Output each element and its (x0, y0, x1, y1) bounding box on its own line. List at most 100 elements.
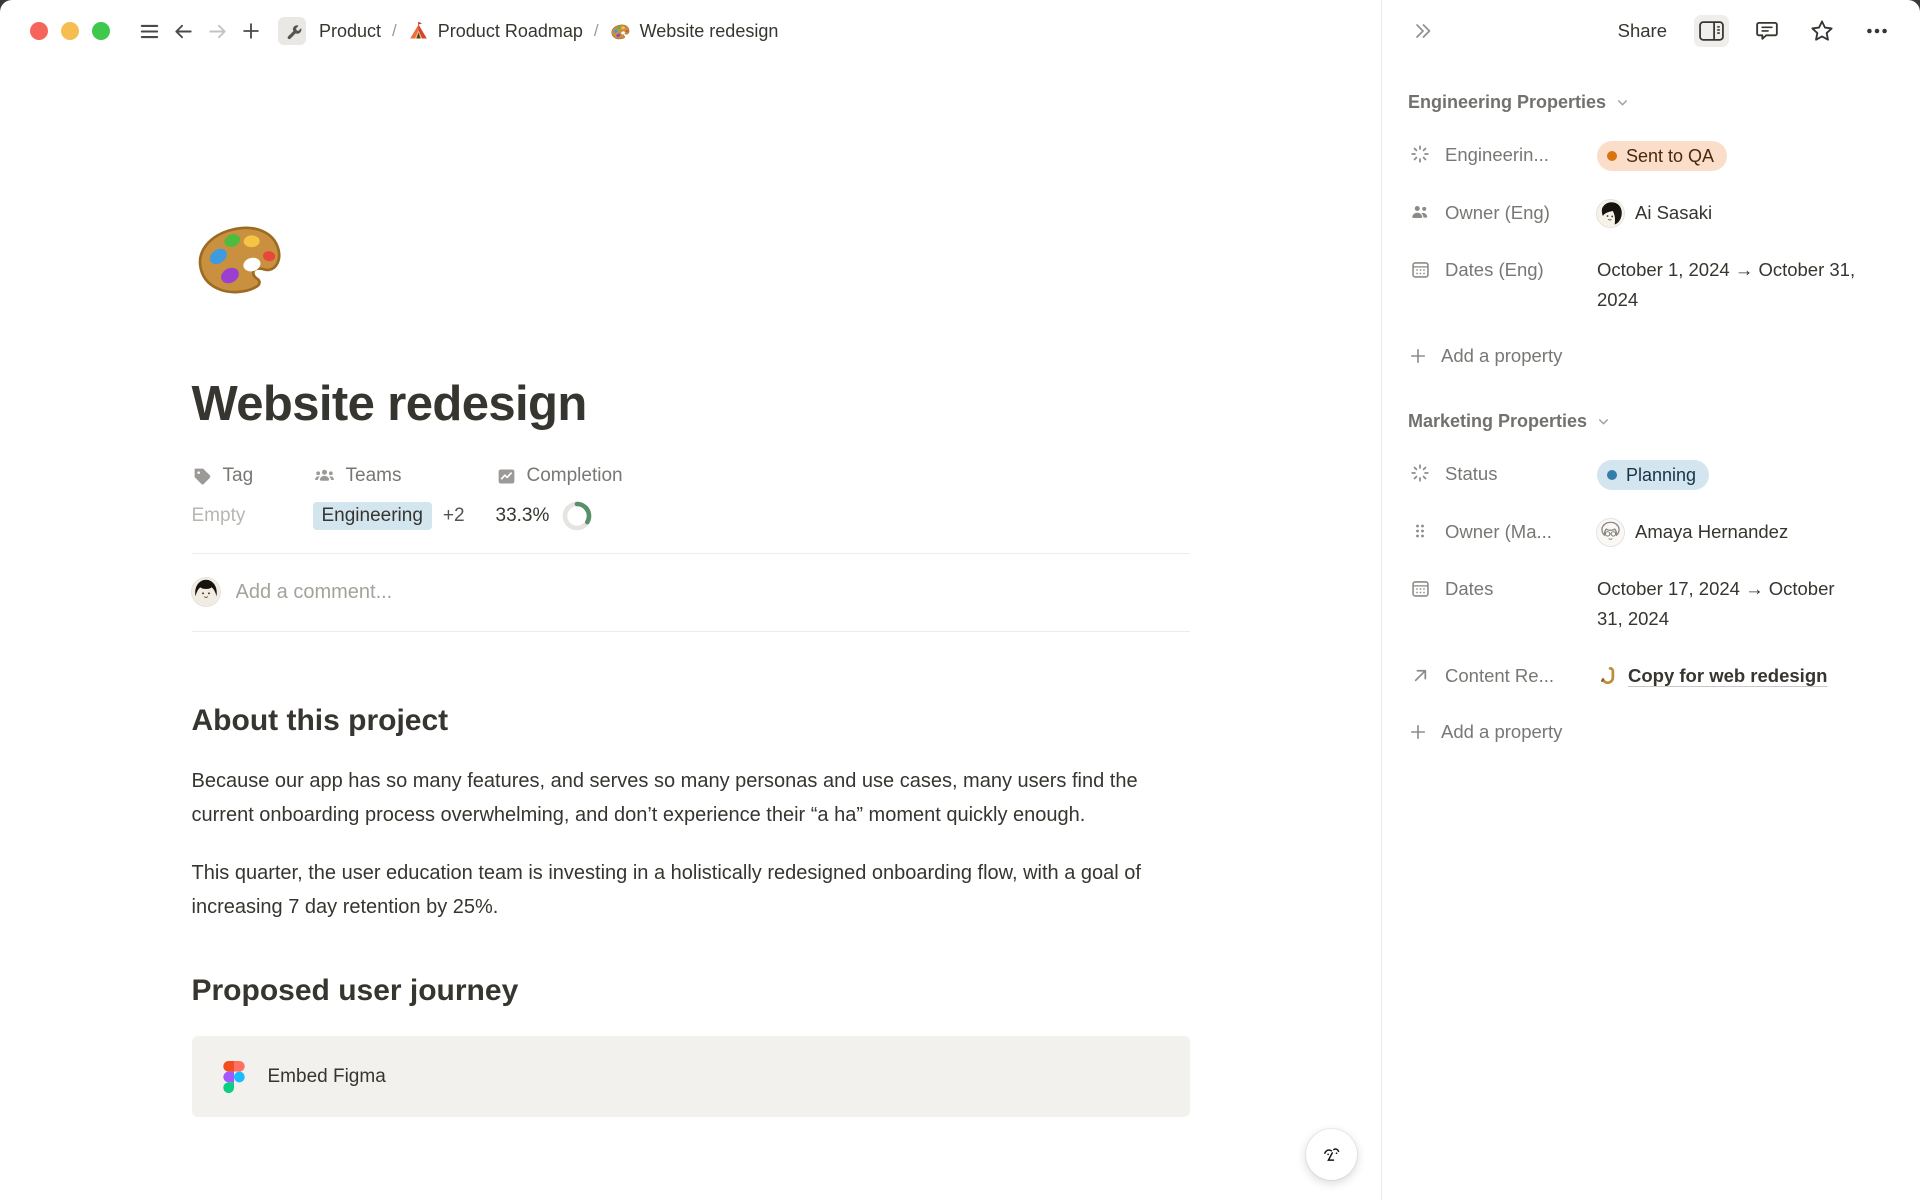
notion-ai-button[interactable] (1306, 1129, 1357, 1180)
collapse-panel-icon[interactable] (1406, 14, 1440, 48)
property-label[interactable]: Engineerin... (1445, 140, 1597, 169)
main-area: Product / Product Roadmap / Website rede… (0, 0, 1381, 1200)
close-window-button[interactable] (30, 22, 48, 40)
side-panel-icon (1698, 19, 1725, 43)
journey-heading[interactable]: Proposed user journey (192, 972, 1190, 1010)
property-label[interactable]: Dates (Eng) (1445, 255, 1597, 284)
page-side-panel: Share (1381, 0, 1920, 1200)
property-row-dates-eng: Dates (Eng) October 1, 2024 → October 31… (1408, 255, 1920, 315)
property-value[interactable]: Ai Sasaki (1597, 198, 1920, 228)
toggle-side-panel-button[interactable] (1694, 15, 1729, 47)
property-value-date-range[interactable]: October 17, 2024 → October 31, 2024 (1597, 574, 1920, 634)
panel-toolbar: Share (1382, 0, 1920, 62)
status-dot (1607, 470, 1617, 480)
more-options-button[interactable] (1860, 14, 1894, 48)
page-icon-palette[interactable] (192, 210, 288, 306)
about-paragraph-2[interactable]: This quarter, the user education team is… (192, 856, 1190, 924)
status-pill-sent-to-qa[interactable]: Sent to QA (1597, 141, 1727, 171)
chart-icon (496, 466, 517, 487)
breadcrumb-product[interactable]: Product (315, 18, 385, 45)
add-property-button-marketing[interactable]: Add a property (1408, 721, 1562, 743)
panel-body: Engineering Properties Engineerin... Sen… (1382, 62, 1920, 743)
forward-button[interactable] (200, 14, 234, 48)
calendar-icon (1408, 576, 1432, 600)
favorite-button[interactable] (1805, 14, 1839, 48)
about-heading[interactable]: About this project (192, 702, 1190, 740)
property-label[interactable]: Owner (Ma... (1445, 517, 1597, 546)
add-comment-input[interactable] (236, 581, 1190, 604)
breadcrumb-roadmap-label: Product Roadmap (438, 21, 583, 42)
zoom-window-button[interactable] (92, 22, 110, 40)
notion-ai-face-icon (1317, 1140, 1347, 1170)
teams-tag-engineering[interactable]: Engineering (313, 502, 432, 530)
comment-bubble-icon (1754, 18, 1780, 44)
ai-sasaki-avatar (1597, 200, 1624, 227)
completion-percent: 33.3% (496, 505, 550, 527)
people-group-icon (313, 465, 336, 488)
page-properties-row: Tag Empty Teams Engineering +2 (192, 463, 1190, 531)
section-header-marketing-properties[interactable]: Marketing Properties (1408, 411, 1611, 432)
people-icon (1408, 200, 1432, 224)
minimize-window-button[interactable] (61, 22, 79, 40)
hook-icon (1597, 665, 1618, 686)
completion-property-label[interactable]: Completion (496, 463, 623, 489)
page-content: Website redesign Tag Empty Teams Engi (192, 62, 1190, 1200)
status-burst-icon (1408, 461, 1432, 485)
property-row-owner-eng: Owner (Eng) Ai Sasaki (1408, 198, 1920, 228)
property-value[interactable]: Planning (1597, 459, 1920, 490)
section-header-engineering-properties[interactable]: Engineering Properties (1408, 92, 1630, 113)
notion-window: Product / Product Roadmap / Website rede… (0, 0, 1920, 1200)
status-pill-planning[interactable]: Planning (1597, 460, 1709, 490)
tag-icon (192, 466, 213, 487)
property-teams: Teams Engineering +2 (313, 463, 496, 531)
breadcrumb-product-roadmap[interactable]: Product Roadmap (404, 18, 587, 45)
plus-icon (1408, 346, 1428, 366)
property-label[interactable]: Content Re... (1445, 661, 1597, 690)
property-row-status: Status Planning (1408, 459, 1920, 490)
back-button[interactable] (166, 14, 200, 48)
embed-figma-block[interactable]: Embed Figma (192, 1036, 1190, 1117)
breadcrumb-website-redesign[interactable]: Website redesign (606, 18, 783, 45)
embed-figma-label: Embed Figma (268, 1066, 386, 1088)
status-burst-icon (1408, 142, 1432, 166)
new-page-button[interactable] (234, 14, 268, 48)
page-title[interactable]: Website redesign (192, 375, 1190, 433)
plus-icon (1408, 722, 1428, 742)
breadcrumb-page-label: Website redesign (640, 21, 779, 42)
teams-property-value[interactable]: Engineering +2 (313, 501, 496, 531)
breadcrumb-separator: / (587, 21, 606, 41)
sidebar-menu-icon[interactable] (132, 14, 166, 48)
panel-actions: Share (1612, 14, 1894, 48)
status-dot (1607, 151, 1617, 161)
window-titlebar: Product / Product Roadmap / Website rede… (0, 0, 1381, 62)
tag-property-value[interactable]: Empty (192, 501, 313, 531)
calendar-icon (1408, 257, 1432, 281)
property-value[interactable]: Sent to QA (1597, 140, 1920, 171)
property-value-date-range[interactable]: October 1, 2024 → October 31, 2024 (1597, 255, 1920, 315)
about-paragraph-1[interactable]: Because our app has so many features, an… (192, 764, 1190, 832)
arrow-north-east-icon (1408, 663, 1432, 687)
breadcrumb-product-label: Product (319, 21, 381, 42)
teams-more-count[interactable]: +2 (443, 505, 465, 527)
completion-progress-ring (562, 501, 592, 531)
related-page-link[interactable]: Copy for web redesign (1597, 661, 1860, 691)
property-value[interactable]: Amaya Hernandez (1597, 517, 1920, 547)
ellipsis-icon (1864, 18, 1890, 44)
tag-property-label[interactable]: Tag (192, 463, 313, 489)
chevron-down-icon (1615, 95, 1630, 110)
add-property-button-engineering[interactable]: Add a property (1408, 345, 1562, 367)
property-row-dates: Dates October 17, 2024 → October 31, 202… (1408, 574, 1920, 634)
teams-property-label[interactable]: Teams (313, 463, 496, 489)
property-label[interactable]: Owner (Eng) (1445, 198, 1597, 227)
wrench-icon (278, 17, 306, 45)
drag-dots-icon (1408, 519, 1432, 543)
palette-icon (610, 21, 631, 42)
amaya-hernandez-avatar (1597, 519, 1624, 546)
completion-property-value[interactable]: 33.3% (496, 501, 623, 531)
property-row-content-request: Content Re... Copy for web redesign (1408, 661, 1920, 691)
property-label[interactable]: Dates (1445, 574, 1597, 603)
share-button[interactable]: Share (1612, 16, 1673, 46)
comments-button[interactable] (1750, 14, 1784, 48)
property-label[interactable]: Status (1445, 459, 1597, 488)
property-value[interactable]: Copy for web redesign (1597, 661, 1920, 691)
